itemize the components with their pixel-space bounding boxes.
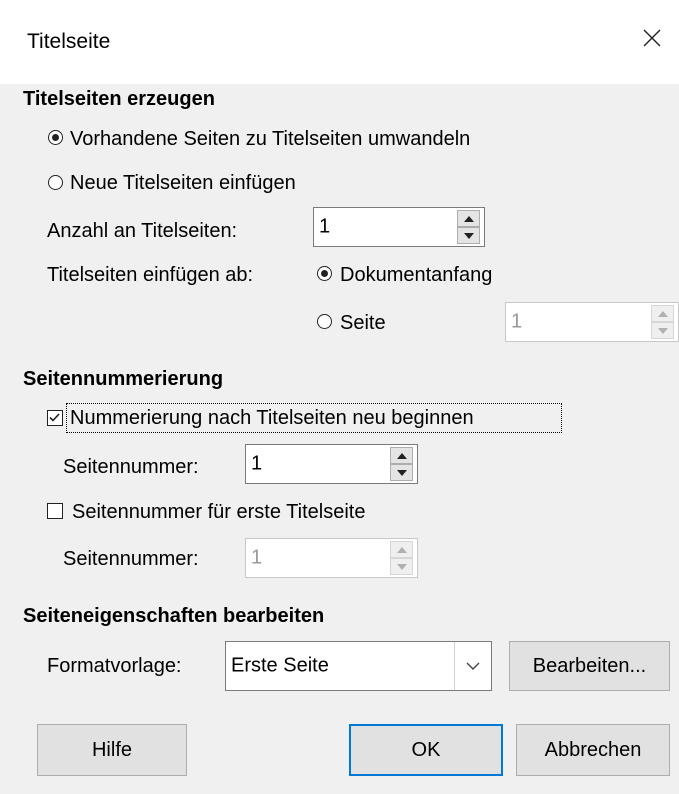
doc-start-radio[interactable] — [317, 266, 332, 281]
close-button[interactable] — [625, 8, 679, 68]
page-spinbox[interactable]: 1 — [505, 302, 679, 342]
help-button[interactable]: Hilfe — [37, 724, 187, 776]
spin-up-icon — [396, 452, 407, 459]
insert-pages-radio[interactable] — [48, 175, 63, 190]
style-dropdown[interactable]: Erste Seite — [225, 641, 492, 691]
dialog-title: Titelseite — [27, 30, 111, 53]
spin-down-icon — [657, 327, 668, 334]
count-value[interactable]: 1 — [319, 216, 330, 239]
convert-pages-label[interactable]: Vorhandene Seiten zu Titelseiten umwande… — [70, 127, 470, 151]
count-label: Anzahl an Titelseiten: — [47, 220, 238, 242]
page-down-button[interactable] — [651, 322, 674, 339]
checkmark-icon — [49, 413, 60, 422]
page-label[interactable]: Seite — [340, 311, 386, 335]
first-number-label[interactable]: Seitennummer für erste Titelseite — [72, 500, 365, 524]
first-number-checkbox[interactable] — [47, 503, 63, 519]
restart-number-spinbox[interactable]: 1 — [245, 444, 418, 484]
cancel-button[interactable]: Abbrechen — [516, 724, 670, 776]
insert-pages-label[interactable]: Neue Titelseiten einfügen — [70, 171, 296, 195]
create-section-heading: Titelseiten erzeugen — [23, 88, 215, 110]
convert-pages-radio[interactable] — [48, 130, 63, 145]
restart-number-value[interactable]: 1 — [251, 453, 262, 476]
properties-section-heading: Seiteneigenschaften bearbeiten — [23, 605, 325, 627]
count-up-button[interactable] — [457, 210, 480, 227]
restart-number-label: Seitennummer: — [63, 456, 199, 478]
spin-up-icon — [657, 310, 668, 317]
close-icon — [643, 29, 661, 47]
first-number-value-label: Seitennummer: — [63, 548, 199, 570]
restart-number-up-button[interactable] — [390, 447, 413, 464]
style-dropdown-toggle[interactable] — [454, 642, 491, 690]
numbering-section-heading: Seitennummerierung — [23, 368, 224, 390]
page-up-button[interactable] — [651, 305, 674, 322]
first-number-up-button[interactable] — [390, 541, 413, 558]
spin-down-icon — [396, 563, 407, 570]
spin-up-icon — [463, 215, 474, 222]
doc-start-label[interactable]: Dokumentanfang — [340, 263, 492, 287]
first-number-value[interactable]: 1 — [251, 547, 262, 570]
spin-down-icon — [463, 232, 474, 239]
ok-button[interactable]: OK — [349, 724, 503, 776]
restart-number-down-button[interactable] — [390, 464, 413, 481]
page-value[interactable]: 1 — [511, 311, 522, 334]
restart-numbering-checkbox[interactable] — [47, 410, 63, 426]
first-number-spinbox[interactable]: 1 — [245, 538, 418, 578]
insert-at-label: Titelseiten einfügen ab: — [47, 264, 254, 286]
chevron-down-icon — [466, 662, 480, 670]
title-bar: Titelseite — [0, 0, 679, 84]
page-radio[interactable] — [317, 314, 332, 329]
count-spinbox[interactable]: 1 — [313, 207, 485, 247]
restart-numbering-label[interactable]: Nummerierung nach Titelseiten neu beginn… — [70, 406, 474, 430]
first-number-down-button[interactable] — [390, 558, 413, 575]
spin-down-icon — [396, 469, 407, 476]
style-label: Formatvorlage: — [47, 655, 182, 677]
style-value[interactable]: Erste Seite — [231, 655, 329, 678]
count-down-button[interactable] — [457, 227, 480, 244]
spin-up-icon — [396, 546, 407, 553]
title-page-dialog: Titelseite Titelseiten erzeugen Vorhande… — [0, 0, 679, 794]
edit-style-button[interactable]: Bearbeiten... — [509, 641, 670, 691]
